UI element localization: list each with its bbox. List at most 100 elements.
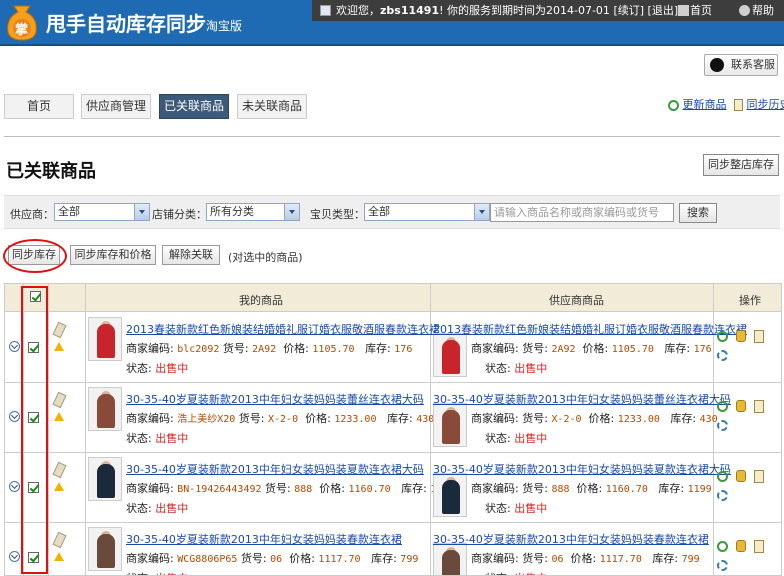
home-link[interactable]: 首页 (690, 0, 712, 21)
document-icon[interactable] (754, 400, 764, 413)
my-product-info: 商家编码: blc2092 货号: 2A92 价格: 1105.70 库存: 1… (126, 342, 413, 355)
chevron-down-icon (474, 204, 489, 220)
filter-bar: 供应商： 全部 店铺分类： 所有分类 宝贝类型： 全部 请输入商品名称或商家编码… (4, 195, 780, 229)
qq-icon (710, 58, 724, 72)
tag-icon (52, 461, 67, 479)
my-product-info: 商家编码: WCG8806P65 货号: 06 价格: 1117.70 库存: … (126, 552, 419, 565)
highlight-rectangle (21, 286, 48, 574)
my-product-info: 商家编码: 浩上美纱X20 货号: X-2-0 价格: 1233.00 库存: … (126, 412, 435, 425)
coins-icon[interactable] (736, 330, 746, 342)
warning-icon (54, 412, 64, 421)
header-supplier-products: 供应商商品 (549, 294, 604, 307)
supplier-product-thumbnail[interactable] (433, 403, 467, 447)
tag-icon (52, 321, 67, 339)
supplier-product-thumbnail[interactable] (433, 473, 467, 517)
coins-icon[interactable] (736, 540, 746, 552)
supplier-product-title[interactable]: 30-35-40岁夏装新款2013中年妇女装妈妈装蕾丝连衣裙大码 (433, 391, 731, 407)
history-icon (734, 99, 743, 111)
table-header: 我的商品 供应商商品 操作 (5, 284, 781, 312)
category-select[interactable]: 所有分类 (206, 203, 300, 221)
table-row: 30-35-40岁夏装新款2013中年妇女装妈妈装夏款连衣裙大码 商家编码: B… (5, 453, 781, 523)
my-product-title[interactable]: 2013春装新款红色新娘装结婚婚礼服订婚衣服敬酒服春款连衣裙 (126, 321, 440, 337)
top-banner: 掌 甩手自动库存同步 淘宝版 欢迎您，zbs11491! 你的服务到期时间为20… (0, 0, 784, 46)
tab-supplier-management[interactable]: 供应商管理 (81, 94, 151, 119)
tag-icon (52, 531, 67, 549)
expand-icon[interactable] (9, 411, 20, 422)
linked-products-table: 我的商品 供应商商品 操作 2013春装新款红色新娘装结婚婚礼服订婚衣服敬酒服春… (4, 283, 782, 576)
supplier-product-title[interactable]: 2013春装新款红色新娘装结婚婚礼服订婚衣服敬酒服春款连衣裙 (433, 321, 747, 337)
document-icon[interactable] (754, 330, 764, 343)
username: zbs11491 (380, 4, 440, 17)
home-icon (678, 5, 689, 16)
refresh-icon (668, 99, 679, 111)
help-link[interactable]: 帮助 (752, 0, 774, 21)
unlink-button[interactable]: 解除关联 (162, 245, 220, 265)
app-subtitle: 淘宝版 (206, 19, 243, 33)
monitor-icon (320, 5, 331, 16)
supplier-product-status: 状态: 出售中 (485, 432, 548, 445)
header-my-products: 我的商品 (239, 294, 283, 307)
my-product-status: 状态: 出售中 (126, 502, 189, 515)
supplier-product-thumbnail[interactable] (433, 543, 467, 575)
search-input[interactable]: 请输入商品名称或商家编码或货号 (490, 203, 674, 222)
my-product-thumbnail[interactable] (88, 527, 122, 571)
help-icon (739, 5, 750, 16)
supplier-product-info: 商家编码: 货号: 06 价格: 1117.70 库存: 799 (471, 552, 700, 565)
warning-icon (54, 482, 64, 491)
my-product-thumbnail[interactable] (88, 387, 122, 431)
unlink-icon[interactable] (717, 350, 728, 361)
my-product-title[interactable]: 30-35-40岁夏装新款2013中年妇女装妈妈装春款连衣裙 (126, 531, 402, 547)
my-product-status: 状态: 出售中 (126, 570, 188, 575)
tab-home[interactable]: 首页 (4, 94, 74, 119)
header-operations: 操作 (739, 294, 761, 307)
contact-service-button[interactable]: 联系客服 (704, 54, 778, 76)
chevron-down-icon (134, 204, 149, 220)
document-icon[interactable] (754, 540, 764, 553)
my-product-status: 状态: 出售中 (126, 362, 189, 375)
search-button[interactable]: 搜索 (679, 203, 717, 223)
expand-icon[interactable] (9, 341, 20, 352)
highlight-oval (3, 239, 67, 273)
coins-icon[interactable] (736, 470, 746, 482)
refresh-icon[interactable] (717, 471, 728, 482)
supplier-select[interactable]: 全部 (54, 203, 150, 221)
coins-icon[interactable] (736, 400, 746, 412)
my-product-title[interactable]: 30-35-40岁夏装新款2013中年妇女装妈妈装蕾丝连衣裙大码 (126, 391, 424, 407)
unlink-icon[interactable] (717, 420, 728, 431)
update-products-link[interactable]: 更新商品 (683, 98, 727, 111)
refresh-icon[interactable] (717, 541, 728, 552)
sync-shop-stock-button[interactable]: 同步整店库存 (703, 154, 779, 176)
refresh-icon[interactable] (717, 401, 728, 412)
my-product-title[interactable]: 30-35-40岁夏装新款2013中年妇女装妈妈装夏款连衣裙大码 (126, 461, 424, 477)
chevron-down-icon (284, 204, 299, 220)
my-product-info: 商家编码: BN-19426443492 货号: 888 价格: 1160.70… (126, 482, 454, 495)
unlink-icon[interactable] (717, 560, 728, 571)
refresh-icon[interactable] (717, 331, 728, 342)
expand-icon[interactable] (9, 481, 20, 492)
sync-history-link[interactable]: 同步历史 (747, 98, 784, 111)
type-select[interactable]: 全部 (364, 203, 490, 221)
supplier-product-title[interactable]: 30-35-40岁夏装新款2013中年妇女装妈妈装春款连衣裙 (433, 531, 709, 547)
action-note: (对选中的商品) (228, 251, 303, 264)
document-icon[interactable] (754, 470, 764, 483)
supplier-product-status: 状态: 出售中 (485, 570, 547, 575)
app-title: 甩手自动库存同步 (46, 12, 206, 36)
my-product-thumbnail[interactable] (88, 317, 122, 361)
unlink-icon[interactable] (717, 490, 728, 501)
category-label: 店铺分类： (152, 208, 207, 221)
expand-icon[interactable] (9, 551, 20, 562)
tab-linked-products[interactable]: 已关联商品 (159, 94, 229, 119)
my-product-status: 状态: 出售中 (126, 432, 189, 445)
warning-icon (54, 342, 64, 351)
tab-unlinked-products[interactable]: 未关联商品 (237, 94, 307, 119)
table-row: 30-35-40岁夏装新款2013中年妇女装妈妈装春款连衣裙 商家编码: WCG… (5, 523, 781, 575)
logout-link[interactable]: [退出] (648, 4, 679, 17)
supplier-product-title[interactable]: 30-35-40岁夏装新款2013中年妇女装妈妈装夏款连衣裙大码 (433, 461, 731, 477)
my-product-thumbnail[interactable] (88, 457, 122, 501)
supplier-product-thumbnail[interactable] (433, 333, 467, 377)
table-row: 2013春装新款红色新娘装结婚婚礼服订婚衣服敬酒服春款连衣裙 商家编码: blc… (5, 313, 781, 383)
tag-icon (52, 391, 67, 409)
top-nav: 欢迎您，zbs11491! 你的服务到期时间为2014-07-01 [续订] [… (312, 0, 784, 21)
renew-link[interactable]: [续订] (613, 4, 644, 17)
sync-stock-price-button[interactable]: 同步库存和价格 (70, 245, 156, 265)
